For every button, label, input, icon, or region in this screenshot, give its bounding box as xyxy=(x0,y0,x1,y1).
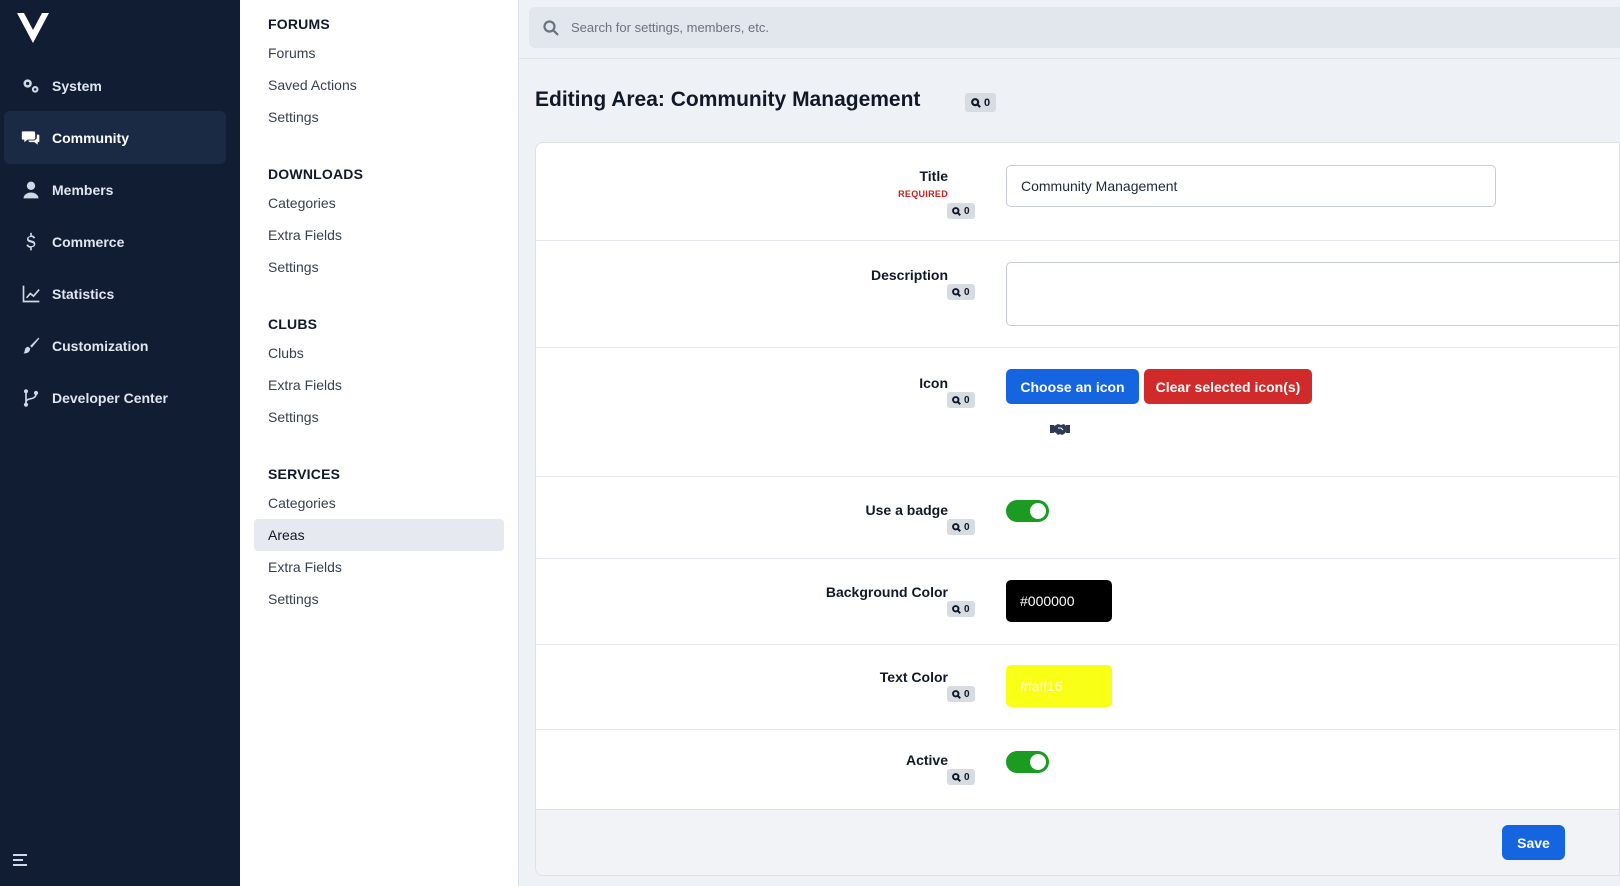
title-input[interactable]: Community Management xyxy=(1006,165,1496,207)
comments-icon xyxy=(20,127,42,149)
icon-label: Icon xyxy=(919,375,948,391)
search-input[interactable] xyxy=(571,20,1471,35)
subnav-item-forums[interactable]: Forums xyxy=(254,37,504,69)
active-label: Active xyxy=(905,752,948,768)
subnav-item-download-extra-fields[interactable]: Extra Fields xyxy=(254,219,504,251)
form-footer: Save xyxy=(536,809,1619,875)
use-badge-label: Use a badge xyxy=(865,502,948,518)
search-icon xyxy=(952,206,961,216)
nav-item-label: Members xyxy=(52,181,114,198)
background-color-input[interactable]: #000000 xyxy=(1006,580,1112,622)
active-toggle[interactable] xyxy=(1006,751,1049,773)
code-branch-icon xyxy=(20,387,42,409)
logo-icon[interactable] xyxy=(16,12,50,44)
background-color-label: Background Color xyxy=(825,584,948,600)
search-icon xyxy=(971,97,981,108)
required-label: REQUIRED xyxy=(898,189,948,199)
subnav-item-club-extra-fields[interactable]: Extra Fields xyxy=(254,369,504,401)
choose-icon-button[interactable]: Choose an icon xyxy=(1006,369,1139,404)
nav-item-system[interactable]: System xyxy=(4,59,226,112)
search-box[interactable] xyxy=(529,7,1620,48)
subnav-item-forums-settings[interactable]: Settings xyxy=(254,101,504,133)
field-search-badge[interactable]: 0 xyxy=(947,392,975,408)
use-badge-toggle[interactable] xyxy=(1006,500,1049,522)
section-title-services: SERVICES xyxy=(268,466,341,482)
search-icon xyxy=(543,19,559,36)
subnav-item-services-settings[interactable]: Settings xyxy=(254,583,504,615)
nav-item-label: Community xyxy=(52,129,129,146)
user-icon xyxy=(20,179,42,201)
top-bar xyxy=(519,0,1620,59)
description-label: Description xyxy=(870,267,948,283)
text-color-label: Text Color xyxy=(879,669,948,685)
nav-item-members[interactable]: Members xyxy=(4,163,226,216)
nav-item-customization[interactable]: Customization xyxy=(4,319,226,372)
field-search-badge[interactable]: 0 xyxy=(947,203,975,219)
brush-icon xyxy=(20,335,42,357)
nav-item-statistics[interactable]: Statistics xyxy=(4,267,226,320)
bars-icon xyxy=(13,854,27,866)
subnav-item-clubs[interactable]: Clubs xyxy=(254,337,504,369)
title-label: Title xyxy=(919,168,948,184)
field-search-badge[interactable]: 0 xyxy=(947,519,975,535)
text-color-input[interactable]: #faff16 xyxy=(1006,665,1112,707)
search-icon xyxy=(952,522,961,532)
nav-item-label: Developer Center xyxy=(52,389,168,406)
page-title: Editing Area: Community Management xyxy=(535,88,921,111)
active-row: Active 0 xyxy=(536,730,1619,809)
clear-icon-button[interactable]: Clear selected icon(s) xyxy=(1144,369,1312,404)
dollar-icon xyxy=(20,231,42,253)
use-badge-row: Use a badge 0 xyxy=(536,477,1619,559)
subnav-item-saved-actions[interactable]: Saved Actions xyxy=(254,69,504,101)
search-icon xyxy=(952,772,961,782)
edit-area-form: Title REQUIRED 0 Community Management De… xyxy=(535,142,1620,876)
section-title-downloads: DOWNLOADS xyxy=(268,166,364,182)
nav-item-developer-center[interactable]: Developer Center xyxy=(4,371,226,424)
subnav-item-downloads-settings[interactable]: Settings xyxy=(254,251,504,283)
subnav-item-clubs-settings[interactable]: Settings xyxy=(254,401,504,433)
nav-item-label: Commerce xyxy=(52,233,125,250)
gears-icon xyxy=(20,75,42,97)
field-search-badge[interactable]: 0 xyxy=(947,601,975,617)
icon-row: Icon 0 Choose an icon Clear selected ico… xyxy=(536,348,1619,477)
description-textarea[interactable] xyxy=(1006,262,1619,326)
text-color-row: Text Color 0 #faff16 xyxy=(536,645,1619,730)
section-title-clubs: CLUBS xyxy=(268,316,318,332)
main-navigation: System Community Members Commerce Statis… xyxy=(0,0,240,886)
badge-count: 0 xyxy=(984,96,991,109)
chart-line-icon xyxy=(20,283,42,305)
field-search-badge[interactable]: 0 xyxy=(947,686,975,702)
collapse-menu-button[interactable] xyxy=(12,852,32,872)
nav-item-commerce[interactable]: Commerce xyxy=(4,215,226,268)
search-icon xyxy=(952,395,961,405)
title-row: Title REQUIRED 0 Community Management xyxy=(536,143,1619,241)
subnav-item-service-categories[interactable]: Categories xyxy=(254,487,504,519)
search-icon xyxy=(952,287,961,297)
nav-item-community[interactable]: Community xyxy=(4,111,226,164)
search-count-badge[interactable]: 0 xyxy=(965,93,997,112)
description-row: Description 0 xyxy=(536,241,1619,348)
field-search-badge[interactable]: 0 xyxy=(947,769,975,785)
nav-item-label: Statistics xyxy=(52,285,115,302)
subnav-item-areas[interactable]: Areas xyxy=(254,519,504,551)
subnav-item-service-extra-fields[interactable]: Extra Fields xyxy=(254,551,504,583)
background-color-row: Background Color 0 #000000 xyxy=(536,559,1619,645)
handshake-icon xyxy=(1050,424,1070,435)
nav-item-label: System xyxy=(52,77,102,94)
field-search-badge[interactable]: 0 xyxy=(947,284,975,300)
subnav-item-download-categories[interactable]: Categories xyxy=(254,187,504,219)
save-button[interactable]: Save xyxy=(1502,825,1565,860)
secondary-navigation: FORUMS Forums Saved Actions Settings DOW… xyxy=(240,0,519,886)
nav-item-label: Customization xyxy=(52,337,149,354)
section-title-forums: FORUMS xyxy=(268,16,330,32)
search-icon xyxy=(952,689,961,699)
search-icon xyxy=(952,604,961,614)
